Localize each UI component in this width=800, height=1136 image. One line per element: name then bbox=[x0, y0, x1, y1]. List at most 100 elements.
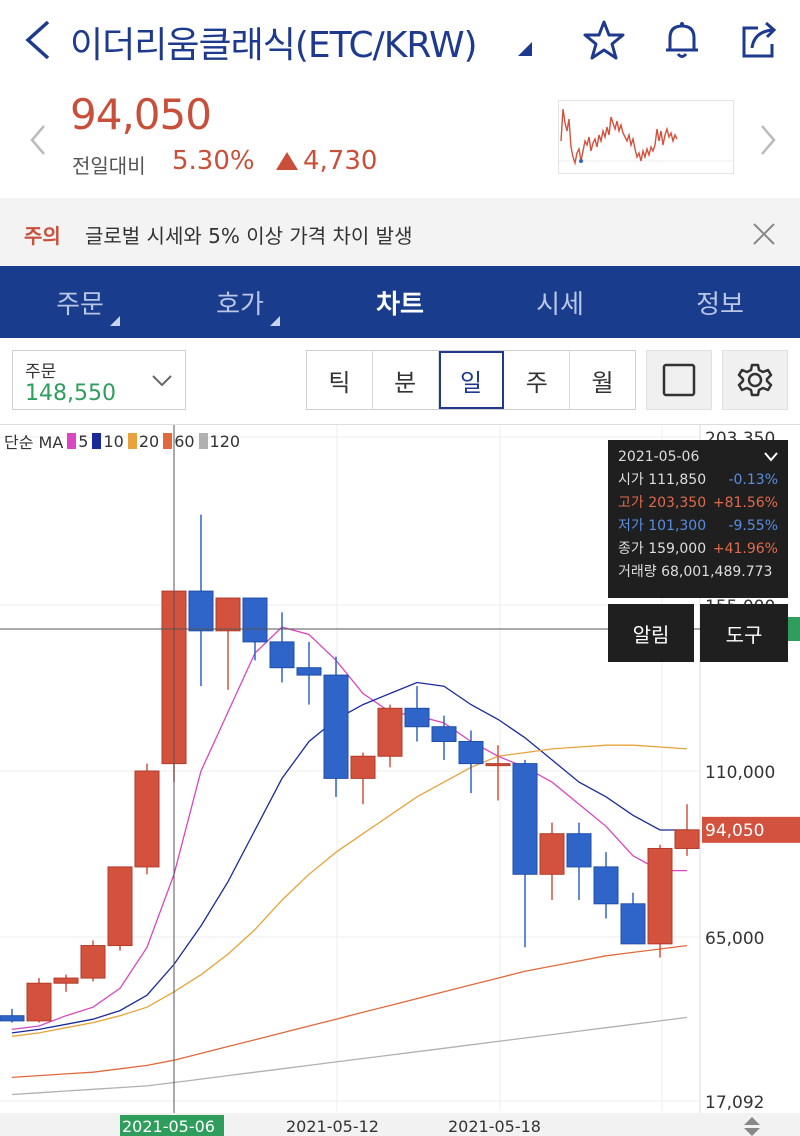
mini-sparkline[interactable] bbox=[558, 100, 735, 174]
prev-coin-arrow-icon[interactable] bbox=[26, 122, 50, 158]
ma-label-5: 5 bbox=[78, 431, 89, 451]
square-icon bbox=[662, 363, 696, 397]
tab-chart[interactable]: 차트 bbox=[320, 266, 480, 338]
fullscreen-button[interactable] bbox=[646, 350, 712, 410]
candle-body bbox=[377, 707, 403, 757]
popup-value: 101,300 bbox=[648, 518, 707, 534]
title-dropdown-icon[interactable] bbox=[516, 40, 532, 56]
popup-row-volume: 거래량 68,001,489.773 bbox=[618, 561, 778, 584]
period-week[interactable]: 주 bbox=[504, 351, 571, 409]
popup-date: 2021-05-06 bbox=[618, 449, 700, 465]
x-tick-label: 2021-05-06 bbox=[122, 1117, 215, 1136]
popup-label: 시가 bbox=[618, 472, 644, 488]
popup-label: 고가 bbox=[618, 495, 644, 511]
ma-swatch-20 bbox=[127, 433, 137, 449]
candle-body bbox=[566, 833, 592, 868]
candle-body bbox=[296, 667, 322, 676]
tab-corner-icon bbox=[270, 316, 280, 326]
order-price-select[interactable]: 주문 148,550 bbox=[12, 350, 186, 410]
popup-value: 159,000 bbox=[648, 541, 707, 557]
candle-body bbox=[485, 763, 511, 767]
tab-info[interactable]: 정보 bbox=[640, 266, 800, 338]
back-arrow-icon[interactable] bbox=[20, 18, 60, 62]
popup-label: 종가 bbox=[618, 541, 644, 557]
next-coin-arrow-icon[interactable] bbox=[756, 122, 780, 158]
warning-message: 글로벌 시세와 5% 이상 가격 차이 발생 bbox=[85, 224, 413, 248]
tab-label: 차트 bbox=[376, 289, 424, 320]
candle-body bbox=[215, 597, 241, 632]
change-amount: 4,730 bbox=[303, 146, 378, 176]
chart-toolbar: 주문 148,550 틱 분 일 주 월 bbox=[0, 338, 800, 424]
candle-body bbox=[539, 833, 565, 875]
app-header: 이더리움클래식(ETC/KRW) bbox=[0, 0, 800, 82]
up-triangle-icon bbox=[276, 152, 298, 170]
tab-market-price[interactable]: 시세 bbox=[480, 266, 640, 338]
candle-body bbox=[647, 847, 673, 945]
chevron-down-icon[interactable] bbox=[764, 452, 778, 462]
period-selector: 틱 분 일 주 월 bbox=[306, 350, 636, 410]
close-icon[interactable] bbox=[750, 220, 778, 248]
last-price-label: 94,050 bbox=[705, 821, 764, 841]
candle-body bbox=[323, 674, 349, 779]
ma-swatch-120 bbox=[198, 433, 208, 449]
candle-body bbox=[188, 590, 214, 632]
candle-body bbox=[0, 1015, 25, 1022]
alarm-button[interactable]: 알림 bbox=[608, 604, 694, 662]
ma-label-60: 60 bbox=[174, 431, 195, 451]
candle-body bbox=[620, 903, 646, 945]
popup-value: 203,350 bbox=[648, 495, 707, 511]
y-tick-label: 110,000 bbox=[705, 763, 775, 783]
warning-banner: 주의 글로벌 시세와 5% 이상 가격 차이 발생 bbox=[0, 198, 800, 266]
popup-pct: +41.96% bbox=[712, 541, 778, 557]
current-price: 94,050 bbox=[70, 90, 212, 139]
order-label: 주문 bbox=[25, 362, 57, 382]
star-icon[interactable] bbox=[582, 18, 626, 62]
ma-legend-prefix: 단순 MA bbox=[4, 433, 64, 452]
candle-body bbox=[107, 866, 133, 947]
ma-line-60 bbox=[11, 944, 688, 1079]
popup-row-close: 종가 159,000 +41.96% bbox=[618, 538, 778, 561]
ma-label-20: 20 bbox=[138, 431, 160, 451]
popup-row-low: 저가 101,300 -9.55% bbox=[618, 515, 778, 538]
candle-body bbox=[512, 763, 538, 875]
x-tick-label: 2021-05-18 bbox=[448, 1117, 541, 1136]
popup-value: 68,001,489.773 bbox=[661, 564, 773, 580]
popup-row-open: 시가 111,850 -0.13% bbox=[618, 469, 778, 492]
period-minute[interactable]: 분 bbox=[373, 351, 439, 409]
tab-corner-icon bbox=[110, 316, 120, 326]
tab-orderbook[interactable]: 호가 bbox=[160, 266, 320, 338]
ma-label-10: 10 bbox=[103, 431, 124, 451]
period-month[interactable]: 월 bbox=[570, 351, 635, 409]
prev-day-label: 전일대비 bbox=[72, 154, 146, 178]
settings-button[interactable] bbox=[722, 350, 788, 410]
candle-body bbox=[80, 945, 106, 979]
ma-line-5 bbox=[11, 626, 687, 1031]
coin-title[interactable]: 이더리움클래식(ETC/KRW) bbox=[70, 16, 478, 68]
order-value: 148,550 bbox=[25, 381, 116, 406]
candle-body bbox=[26, 982, 52, 1022]
ma-swatch-5 bbox=[67, 433, 77, 449]
candle-body bbox=[431, 726, 457, 742]
period-tick[interactable]: 틱 bbox=[307, 351, 373, 409]
candle-body bbox=[134, 770, 160, 868]
bell-icon[interactable] bbox=[660, 18, 704, 62]
tab-order[interactable]: 주문 bbox=[0, 266, 160, 338]
tools-button[interactable]: 도구 bbox=[700, 604, 788, 662]
change-percent: 5.30% bbox=[172, 146, 255, 176]
period-day[interactable]: 일 bbox=[438, 351, 505, 409]
y-tick-label: 65,000 bbox=[705, 929, 764, 949]
price-panel: 94,050 전일대비 5.30% 4,730 bbox=[0, 82, 800, 198]
ma-label-120: 120 bbox=[209, 431, 241, 451]
candle-info-popup: 2021-05-06 시가 111,850 -0.13% 고가 203,350 … bbox=[608, 440, 788, 598]
candle-body bbox=[458, 740, 484, 765]
candle-body bbox=[404, 707, 430, 728]
share-icon[interactable] bbox=[738, 18, 782, 62]
popup-row-high: 고가 203,350 +81.56% bbox=[618, 492, 778, 515]
main-tabs: 주문 호가 차트 시세 정보 bbox=[0, 266, 800, 338]
popup-value: 111,850 bbox=[648, 472, 707, 488]
popup-pct: -9.55% bbox=[728, 518, 778, 534]
candle-body bbox=[593, 866, 619, 905]
candle-body bbox=[269, 641, 295, 669]
chevron-down-icon bbox=[152, 375, 172, 387]
popup-pct: +81.56% bbox=[712, 495, 778, 511]
